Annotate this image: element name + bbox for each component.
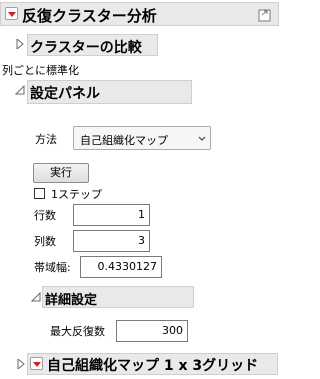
max-iter-field[interactable]: 300 <box>116 320 188 342</box>
method-select[interactable]: 自己組織化マップ <box>73 126 211 150</box>
report-title: 反復クラスター分析 <box>22 7 157 25</box>
som-disclosure-closed-icon[interactable] <box>17 357 25 372</box>
standardize-label: 列ごとに標準化 <box>2 64 79 77</box>
popout-icon[interactable] <box>258 8 272 22</box>
disclosure-open-icon[interactable] <box>14 84 25 98</box>
som-section-title: 自己組織化マップ 1 x 3グリッド <box>47 358 259 374</box>
run-button[interactable]: 実行 <box>33 163 89 183</box>
chevron-down-icon <box>198 133 206 146</box>
method-label: 方法 <box>35 133 57 146</box>
method-select-value: 自己組織化マップ <box>80 134 168 147</box>
disclosure-closed-icon[interactable] <box>16 37 24 52</box>
bandwidth-label: 帯域幅: <box>34 261 71 274</box>
advanced-settings-title: 詳細設定 <box>45 293 98 308</box>
rows-field[interactable]: 1 <box>73 204 150 226</box>
cols-label: 列数 <box>34 235 56 248</box>
red-triangle-menu-icon[interactable] <box>5 7 18 20</box>
som-red-triangle-menu-icon[interactable] <box>30 357 43 370</box>
compare-section-title: クラスターの比較 <box>30 40 142 56</box>
settings-panel-title: 設定パネル <box>30 86 100 102</box>
step-checkbox-label: 1ステップ <box>51 188 102 201</box>
max-iter-label: 最大反復数 <box>50 325 105 338</box>
bandwidth-field[interactable]: 0.4330127 <box>80 256 162 278</box>
rows-label: 行数 <box>34 209 56 222</box>
cols-field[interactable]: 3 <box>73 230 150 252</box>
advanced-disclosure-open-icon[interactable] <box>30 291 41 305</box>
step-checkbox[interactable] <box>34 188 45 199</box>
